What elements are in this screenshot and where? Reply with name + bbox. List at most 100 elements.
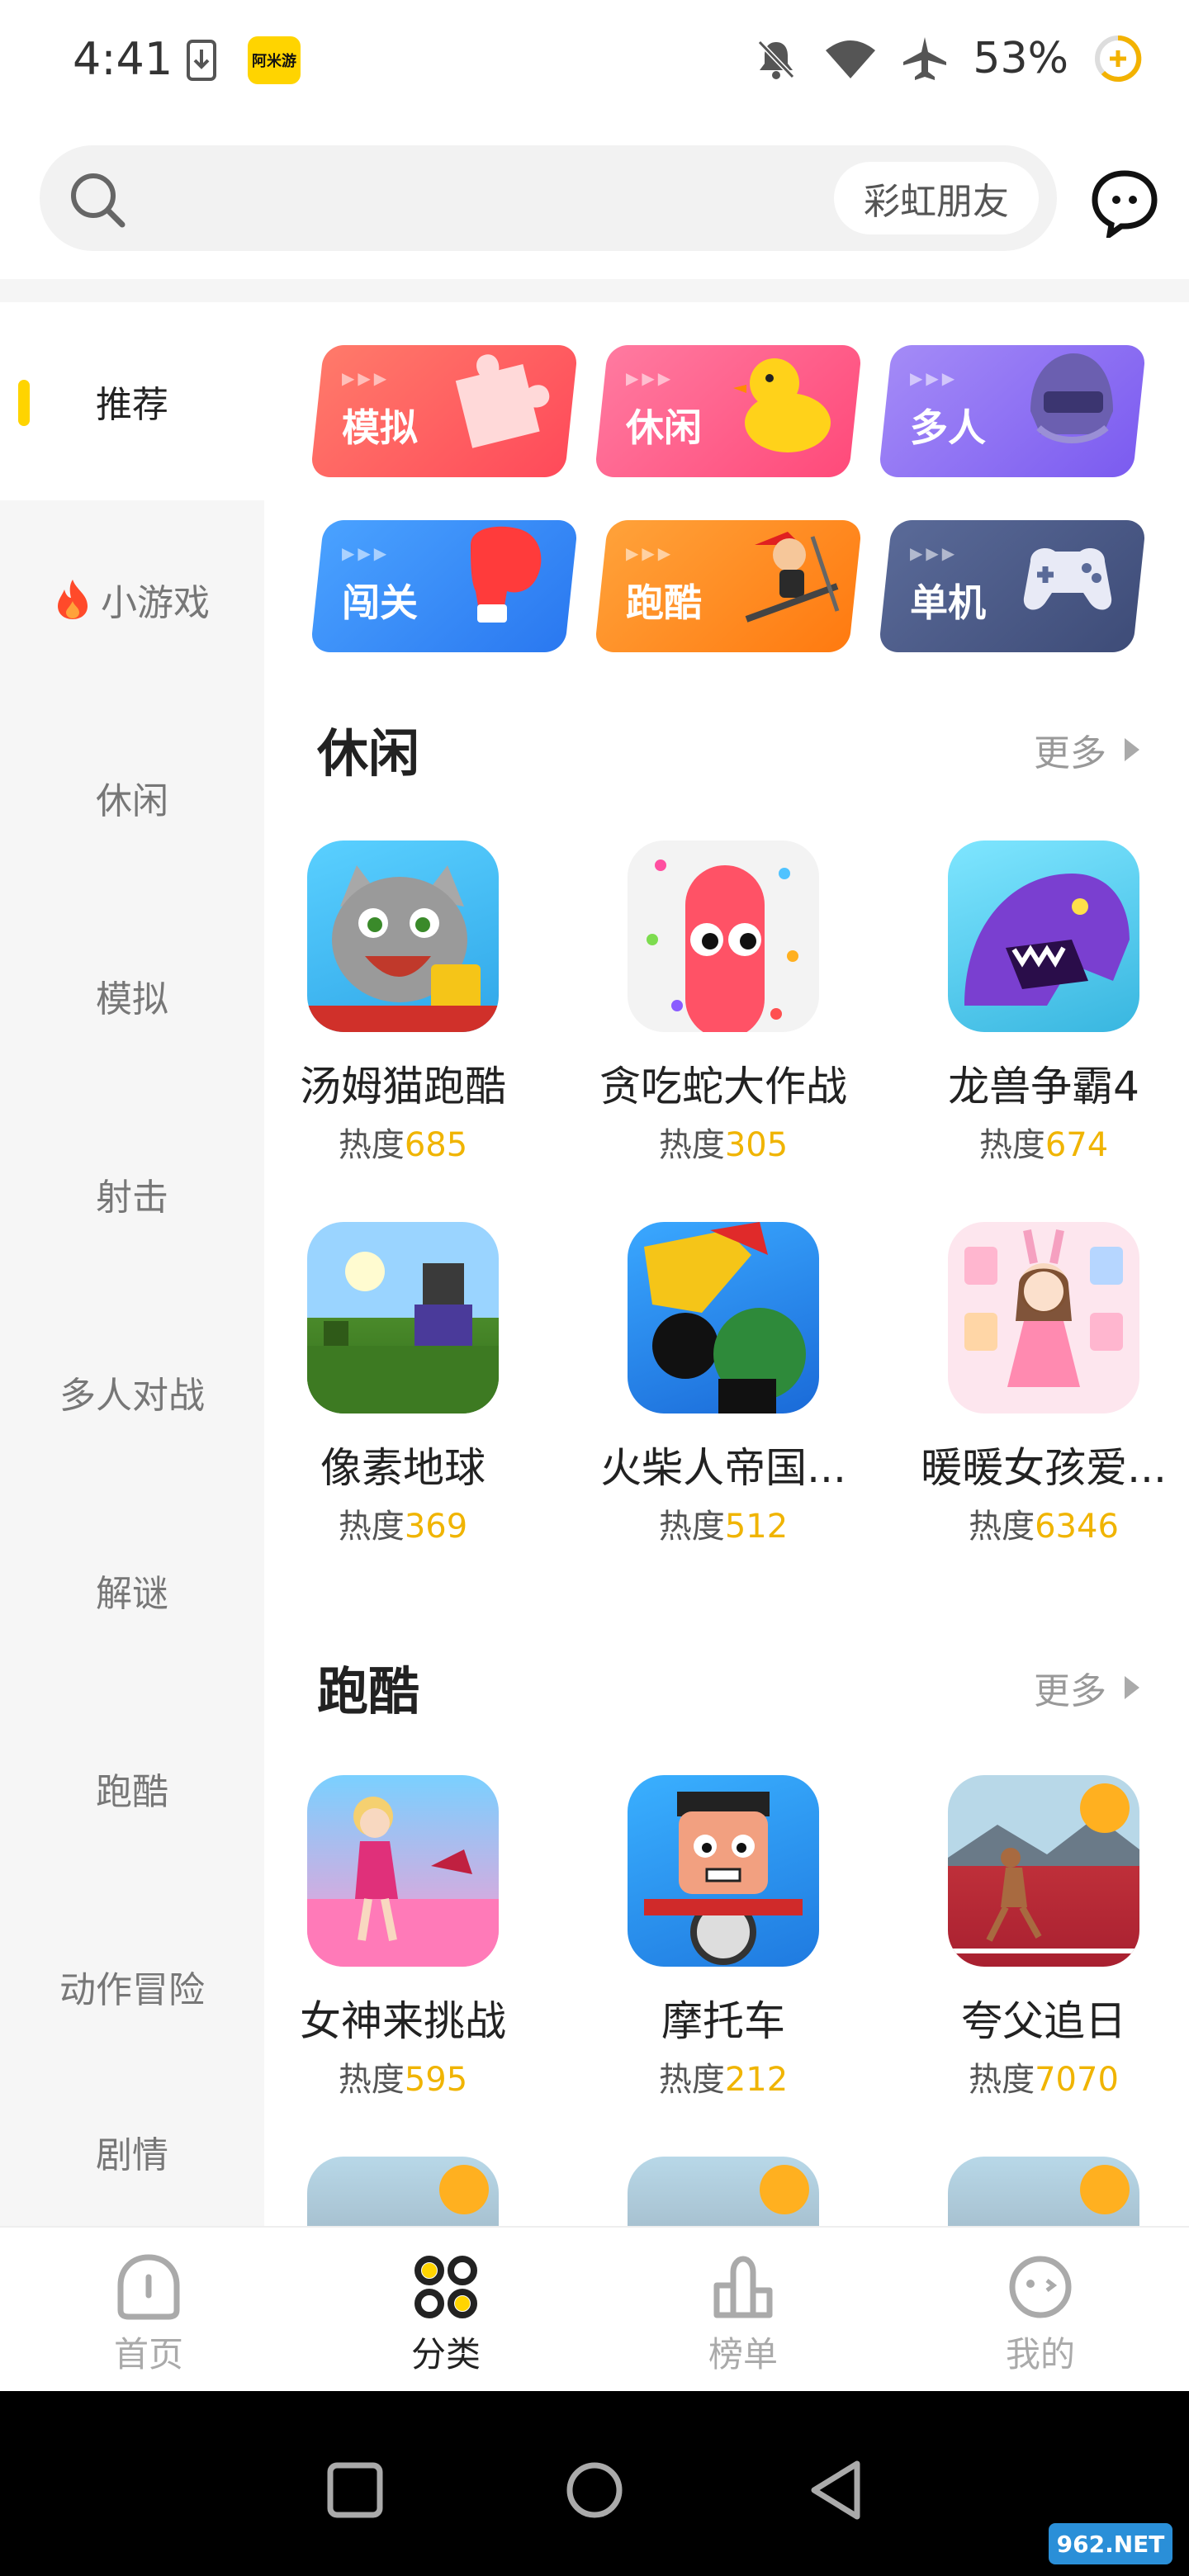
tile-label: 闯关 [342, 580, 418, 625]
tile-simulation[interactable]: ▶▶▶ 模拟 [310, 345, 579, 477]
game-card[interactable]: 女神来挑战 热度595 [263, 1775, 543, 2100]
game-heat: 热度369 [338, 1508, 468, 1546]
dragon-icon [964, 874, 1130, 1006]
skier-icon [745, 532, 840, 623]
helmet-icon [1030, 353, 1113, 443]
game-name: 火柴人帝国... [600, 1444, 846, 1492]
sidebar-item-casual[interactable]: 休闲 [0, 698, 264, 897]
more-parkour-link[interactable]: 更多 [1034, 1661, 1139, 1714]
sidebar-item-label: 推荐 [96, 384, 168, 426]
nav-mine[interactable]: 我的 [892, 2228, 1189, 2393]
game-card[interactable]: 火柴人帝国... 热度512 [583, 1222, 864, 1547]
game-card[interactable]: 夸父追日 热度7070 [903, 1775, 1184, 2100]
nav-label: 分类 [410, 2334, 481, 2375]
nav-ranking[interactable]: 榜单 [594, 2228, 892, 2393]
game-icon [628, 1775, 819, 1967]
game-name: 摩托车 [661, 1997, 785, 2045]
sidebar-item-recommend[interactable]: 推荐 [0, 302, 264, 500]
game-icon [628, 2157, 819, 2226]
snake-icon [647, 859, 798, 1032]
sidebar-item-multiplayer[interactable]: 多人对战 [0, 1293, 264, 1491]
chevron-right-icon [1125, 1676, 1139, 1699]
game-card[interactable]: 暖暖女孩爱... 热度6346 [903, 1222, 1184, 1547]
game-heat: 热度305 [658, 1126, 789, 1164]
more-casual-link[interactable]: 更多 [1034, 723, 1139, 776]
game-card[interactable]: 像素地球 热度369 [263, 1222, 543, 1547]
game-name: 汤姆猫跑酷 [300, 1063, 506, 1110]
wifi-icon [826, 40, 876, 78]
tile-multiplayer[interactable]: ▶▶▶ 多人 [878, 345, 1147, 477]
tile-casual[interactable]: ▶▶▶ 休闲 [594, 345, 863, 477]
game-card[interactable]: 贪吃蛇大作战 热度305 [583, 841, 864, 1166]
bottom-nav: 首页 分类 榜单 我的 [0, 2226, 1189, 2391]
sidebar-item-simulation[interactable]: 模拟 [0, 897, 264, 1095]
cat-icon [307, 865, 499, 1032]
game-name: 像素地球 [320, 1444, 486, 1492]
game-icon [307, 1775, 499, 1967]
game-card[interactable] [903, 2157, 1184, 2226]
game-card[interactable]: 摩托车 热度212 [583, 1775, 864, 2100]
nav-label: 榜单 [708, 2334, 778, 2375]
game-heat: 热度512 [658, 1508, 789, 1546]
game-card[interactable]: 汤姆猫跑酷 热度685 [263, 841, 543, 1166]
sidebar-item-label: 动作冒险 [59, 1969, 205, 2011]
sidebar-item-label: 小游戏 [101, 582, 210, 624]
runner-sun-icon [948, 1783, 1139, 1953]
tile-levels[interactable]: ▶▶▶ 闯关 [310, 520, 579, 652]
heat-value: 369 [404, 1508, 468, 1546]
divider [0, 279, 1189, 302]
status-time: 4:41 [73, 33, 173, 85]
sidebar-item-minigame[interactable]: 小游戏 [0, 500, 264, 698]
nav-home[interactable]: 首页 [0, 2228, 297, 2393]
sidebar-item-shooting[interactable]: 射击 [0, 1095, 264, 1293]
battery-percent: 53% [973, 34, 1068, 83]
game-icon [948, 1775, 1139, 1967]
game-card[interactable] [583, 2157, 864, 2226]
sidebar-item-story[interactable]: 剧情 [0, 2086, 264, 2226]
game-icon [948, 841, 1139, 1032]
sidebar-item-label: 解谜 [96, 1573, 168, 1615]
heat-value: 512 [724, 1508, 789, 1546]
category-grid-icon [414, 2256, 477, 2318]
tile-label: 休闲 [626, 405, 702, 450]
tile-label: 多人 [910, 405, 986, 450]
heat-value: 674 [1045, 1126, 1109, 1164]
sun-icon [439, 2165, 489, 2214]
pixel-character-icon [307, 1252, 499, 1413]
category-sidebar: 推荐 小游戏 休闲 模拟 射击 多人对战 解谜 跑酷 动作冒险 剧情 [0, 302, 264, 2226]
dress-up-girl-icon [964, 1229, 1123, 1387]
game-icon [628, 1222, 819, 1413]
recents-icon[interactable] [325, 2460, 385, 2520]
sun-icon [760, 2165, 809, 2214]
section-title-parkour: 跑酷 [317, 1661, 420, 1721]
sidebar-item-puzzle[interactable]: 解谜 [0, 1491, 264, 1689]
nav-category[interactable]: 分类 [297, 2228, 594, 2393]
tile-arrows: ▶▶▶ [910, 543, 959, 563]
game-heat: 热度595 [338, 2061, 468, 2099]
runner-girl-icon [307, 1797, 499, 1967]
profile-face-icon [1009, 2256, 1072, 2318]
search-bar[interactable]: 彩虹朋友 [40, 145, 1057, 251]
chevron-right-icon [1125, 738, 1139, 761]
message-icon[interactable] [1090, 168, 1159, 238]
back-icon[interactable] [806, 2459, 865, 2522]
home-button-icon[interactable] [565, 2460, 624, 2520]
game-heat: 热度6346 [969, 1508, 1119, 1546]
app-badge-icon: 阿米游 [248, 36, 301, 84]
search-suggestion-chip[interactable]: 彩虹朋友 [834, 162, 1039, 234]
sidebar-item-parkour[interactable]: 跑酷 [0, 1689, 264, 1887]
tile-parkour[interactable]: ▶▶▶ 跑酷 [594, 520, 863, 652]
heat-value: 212 [724, 2061, 789, 2099]
game-card[interactable] [263, 2157, 543, 2226]
sidebar-item-action-adventure[interactable]: 动作冒险 [0, 1887, 264, 2086]
tile-single-player[interactable]: ▶▶▶ 单机 [878, 520, 1147, 652]
game-heat: 热度212 [658, 2061, 789, 2099]
game-card[interactable]: 龙兽争霸4 热度674 [903, 841, 1184, 1166]
sidebar-item-label: 跑酷 [96, 1771, 168, 1813]
game-heat: 热度7070 [969, 2061, 1119, 2099]
gamepad-icon [1023, 548, 1112, 610]
search-icon [71, 173, 126, 228]
tile-arrows: ▶▶▶ [626, 368, 675, 388]
download-icon [187, 40, 216, 81]
heat-value: 305 [724, 1126, 789, 1164]
